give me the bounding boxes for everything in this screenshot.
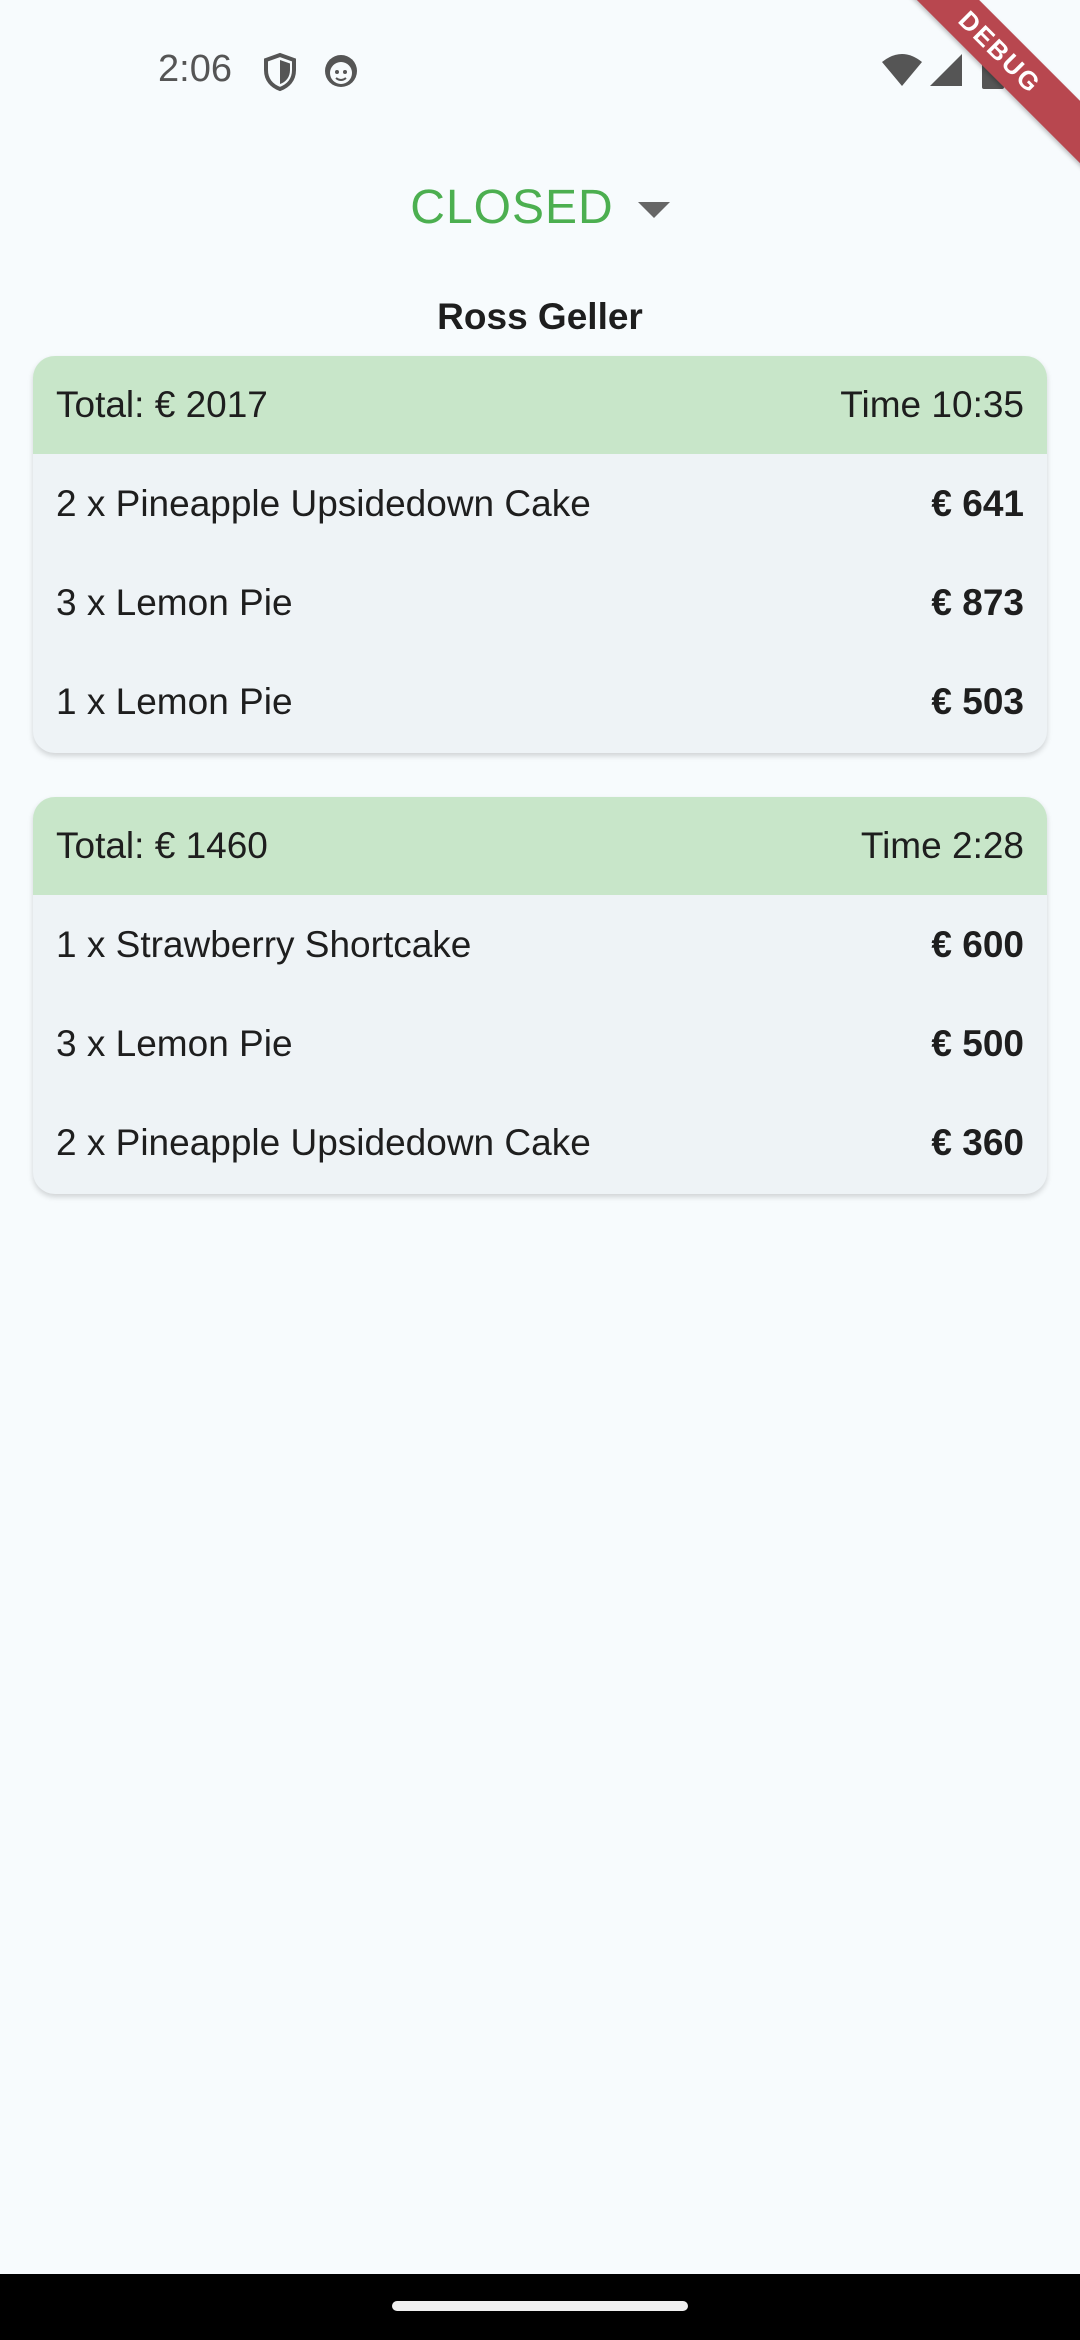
signal-icon — [928, 52, 964, 93]
order-header: Total: € 2017 Time 10:35 — [33, 356, 1047, 454]
order-item-price: € 500 — [931, 1022, 1024, 1064]
order-header: Total: € 1460 Time 2:28 — [33, 797, 1047, 895]
wifi-icon — [880, 52, 924, 93]
order-total: Total: € 2017 — [56, 384, 268, 425]
order-item-price: € 873 — [931, 581, 1024, 623]
status-filter-dropdown[interactable]: CLOSED — [0, 180, 1080, 235]
order-item: 3 x Lemon Pie € 500 — [33, 994, 1047, 1093]
home-indicator[interactable] — [392, 2301, 688, 2311]
order-item-price: € 503 — [931, 680, 1024, 722]
order-item-label: 2 x Pineapple Upsidedown Cake — [56, 1121, 591, 1163]
face-icon — [322, 52, 362, 92]
order-item-label: 3 x Lemon Pie — [56, 1022, 293, 1064]
order-item-label: 3 x Lemon Pie — [56, 581, 293, 623]
order-item-label: 1 x Strawberry Shortcake — [56, 923, 472, 965]
status-filter-value: CLOSED — [410, 181, 614, 234]
order-card[interactable]: Total: € 2017 Time 10:35 2 x Pineapple U… — [33, 356, 1047, 753]
order-item: 1 x Strawberry Shortcake € 600 — [33, 895, 1047, 994]
order-item-price: € 600 — [931, 923, 1024, 965]
order-item: 1 x Lemon Pie € 503 — [33, 652, 1047, 751]
status-bar: 2:06 DEBUG — [0, 0, 1080, 174]
customer-name: Ross Geller — [437, 296, 643, 337]
order-item: 3 x Lemon Pie € 873 — [33, 553, 1047, 652]
order-items: 2 x Pineapple Upsidedown Cake € 641 3 x … — [33, 454, 1047, 753]
order-time: Time 10:35 — [840, 384, 1024, 425]
order-total: Total: € 1460 — [56, 825, 268, 866]
order-card[interactable]: Total: € 1460 Time 2:28 1 x Strawberry S… — [33, 797, 1047, 1194]
status-time: 2:06 — [158, 48, 232, 90]
order-item: 2 x Pineapple Upsidedown Cake € 360 — [33, 1093, 1047, 1192]
shield-icon — [262, 52, 302, 92]
order-time: Time 2:28 — [860, 825, 1024, 866]
orders-list: Total: € 2017 Time 10:35 2 x Pineapple U… — [33, 356, 1047, 1238]
order-item-label: 1 x Lemon Pie — [56, 680, 293, 722]
order-item: 2 x Pineapple Upsidedown Cake € 641 — [33, 454, 1047, 553]
caret-down-icon — [637, 201, 670, 218]
order-items: 1 x Strawberry Shortcake € 600 3 x Lemon… — [33, 895, 1047, 1194]
navigation-bar — [0, 2274, 1080, 2340]
order-item-price: € 641 — [931, 482, 1024, 524]
order-item-label: 2 x Pineapple Upsidedown Cake — [56, 482, 591, 524]
order-item-price: € 360 — [931, 1121, 1024, 1163]
